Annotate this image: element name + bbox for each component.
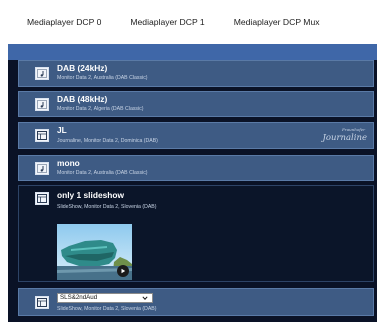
service-select[interactable]: SLS&2ndAud bbox=[57, 293, 153, 303]
service-subtitle: SlideShow, Monitor Data 2, Slovenia (DAB… bbox=[57, 306, 157, 312]
service-title: DAB (24kHz) bbox=[57, 63, 108, 73]
player-frame: DAB (24kHz) Monitor Data 2, Australia (D… bbox=[8, 44, 377, 322]
service-item-mono[interactable]: mono Monitor Data 2, Australia (DAB Clas… bbox=[18, 155, 374, 181]
slideshow-icon bbox=[35, 192, 49, 205]
chevron-down-icon bbox=[142, 295, 148, 304]
logo-line-2: Journaline bbox=[322, 133, 367, 143]
service-title: mono bbox=[57, 158, 80, 168]
service-title: JL bbox=[57, 125, 67, 135]
service-subtitle: Monitor Data 2, Australia (DAB Classic) bbox=[57, 75, 148, 81]
audio-file-icon bbox=[35, 98, 49, 111]
service-subtitle: Journaline, Monitor Data 2, Dominica (DA… bbox=[57, 138, 158, 144]
tab-mediaplayer-dcp-1[interactable]: Mediaplayer DCP 1 bbox=[111, 17, 214, 27]
service-item-only-1-slideshow[interactable]: only 1 slideshow SlideShow, Monitor Data… bbox=[18, 185, 374, 282]
play-icon[interactable] bbox=[117, 265, 129, 277]
audio-file-icon bbox=[35, 162, 49, 175]
service-item-dab-24khz[interactable]: DAB (24kHz) Monitor Data 2, Australia (D… bbox=[18, 60, 374, 87]
audio-file-icon bbox=[35, 67, 49, 80]
slideshow-icon bbox=[35, 129, 49, 142]
service-select-value: SLS&2ndAud bbox=[60, 294, 98, 301]
tab-mediaplayer-dcp-mux[interactable]: Mediaplayer DCP Mux bbox=[215, 17, 330, 27]
slideshow-icon bbox=[35, 296, 49, 309]
service-subtitle: Monitor Data 2, Australia (DAB Classic) bbox=[57, 170, 148, 176]
slideshow-image[interactable] bbox=[57, 224, 132, 280]
service-item-dab-48khz[interactable]: DAB (48kHz) Monitor Data 2, Algeria (DAB… bbox=[18, 91, 374, 117]
service-item-sls-2ndaud[interactable]: SLS&2ndAud SlideShow, Monitor Data 2, Sl… bbox=[18, 288, 374, 316]
player-header-bar bbox=[8, 44, 377, 60]
service-title: DAB (48kHz) bbox=[57, 94, 108, 104]
service-title: only 1 slideshow bbox=[57, 190, 125, 200]
tab-bar: Mediaplayer DCP 0 Mediaplayer DCP 1 Medi… bbox=[8, 0, 377, 44]
journaline-logo: Fraunhofer Journaline bbox=[322, 126, 367, 146]
service-subtitle: Monitor Data 2, Algeria (DAB Classic) bbox=[57, 106, 144, 112]
logo-line-1: Fraunhofer bbox=[342, 127, 365, 132]
service-item-jl[interactable]: JL Journaline, Monitor Data 2, Dominica … bbox=[18, 122, 374, 149]
service-subtitle: SlideShow, Monitor Data 2, Slovenia (DAB… bbox=[57, 204, 157, 210]
tab-mediaplayer-dcp-0[interactable]: Mediaplayer DCP 0 bbox=[8, 17, 111, 27]
